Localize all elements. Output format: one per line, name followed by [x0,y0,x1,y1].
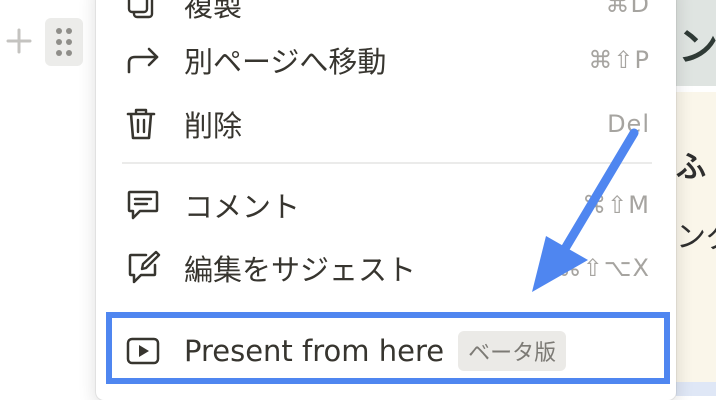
callout-text-line1: ふ [676,150,706,185]
duplicate-icon [126,0,170,26]
menu-item-present-from-here[interactable]: Present from here ベータ版 [114,320,666,382]
menu-item-shortcut: ⌘⇧P [588,46,650,74]
menu-item-shortcut: ⌘⇧M [582,191,650,219]
menu-item-label: コメント [184,190,301,224]
comment-icon [126,183,170,227]
trash-icon [126,102,170,146]
callout-block-fragment: ふ ング [676,92,716,396]
menu-item-shortcut: ⌘⇧⌥X [557,254,650,282]
beta-badge: ベータ版 [458,331,567,371]
move-to-arrow-icon [126,38,170,82]
menu-item-delete[interactable]: 削除 Del [122,96,662,152]
add-block-button[interactable] [4,26,34,56]
drag-handle-icon [56,28,72,56]
menu-item-shortcut: Del [607,110,650,138]
menu-item-label: 別ページへ移動 [184,45,387,79]
menu-item-label: 複製 [184,0,243,23]
menu-divider [122,162,652,164]
menu-item-label: 編集をサジェスト [184,253,417,287]
menu-item-move-to[interactable]: 別ページへ移動 ⌘⇧P [122,32,662,88]
selected-block-tint [676,382,716,396]
menu-item-suggest-edits[interactable]: 編集をサジェスト ⌘⇧⌥X [122,240,662,296]
page-heading-fragment: ン [676,0,716,86]
page-heading-text: ン [678,24,716,70]
menu-item-shortcut: ⌘D [605,0,650,18]
menu-item-comment[interactable]: コメント ⌘⇧M [122,177,662,233]
drag-handle-button[interactable] [45,18,83,66]
plus-icon [6,28,32,54]
suggest-edit-icon [126,246,170,290]
menu-item-label: Present from here [184,334,445,368]
menu-item-label: 削除 [184,109,243,143]
callout-text-line2: ング [676,220,716,255]
play-icon [126,329,170,373]
menu-item-duplicate[interactable]: 複製 ⌘D [122,0,662,32]
